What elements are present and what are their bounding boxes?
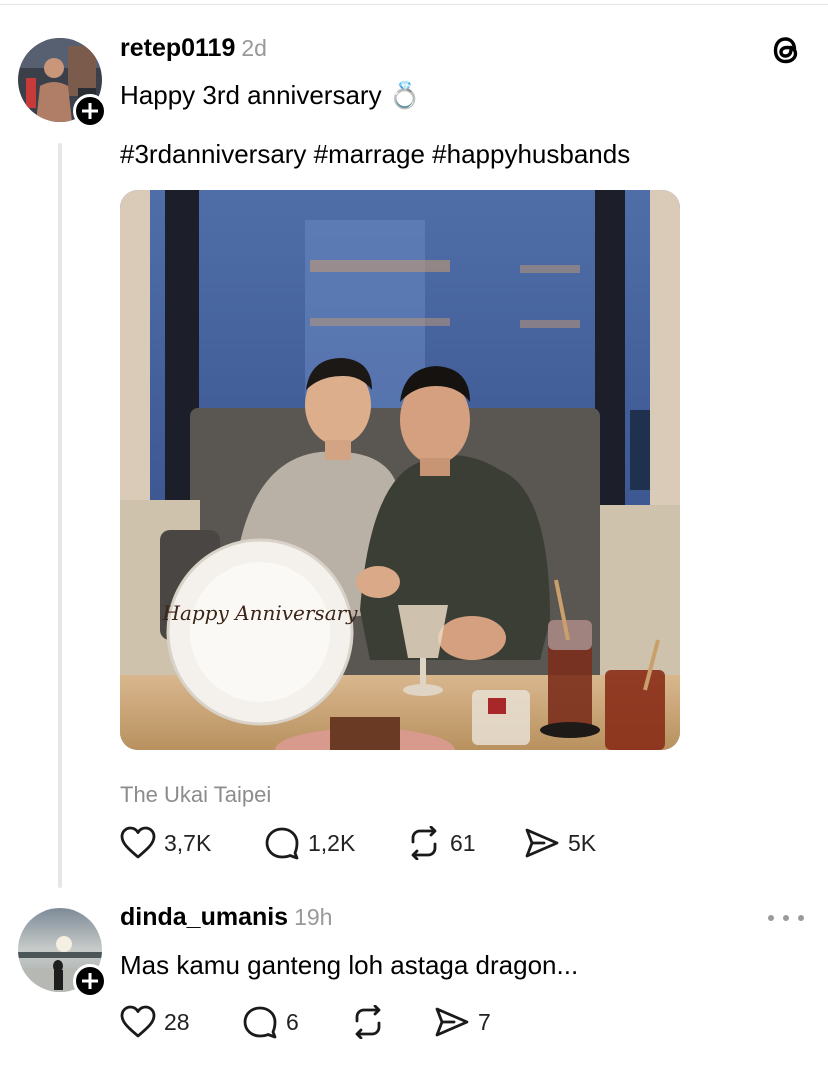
reply-share-button[interactable]: 7: [434, 1005, 491, 1039]
heart-icon: [120, 826, 156, 859]
send-icon: [435, 1007, 469, 1037]
thread-connector-line: [58, 143, 62, 888]
share-button[interactable]: 5K: [524, 826, 596, 860]
repost-count: 61: [450, 829, 476, 856]
threads-logo-icon[interactable]: [766, 30, 806, 70]
post-username[interactable]: retep0119 2d: [120, 34, 267, 63]
reply-reply-button[interactable]: 6: [242, 1005, 350, 1039]
reply-repost-button[interactable]: [350, 1005, 434, 1039]
post-timestamp: 2d: [241, 35, 267, 61]
send-icon: [525, 828, 559, 858]
plate-message: Happy Anniversary: [162, 601, 359, 625]
comment-bubble-icon: [265, 827, 299, 860]
top-divider: [0, 4, 828, 5]
heart-icon: [120, 1005, 156, 1038]
reply-like-count: 28: [164, 1008, 190, 1035]
reply-button[interactable]: 1,2K: [264, 826, 406, 860]
reply-follow-button[interactable]: [73, 964, 107, 998]
follow-button[interactable]: [73, 94, 107, 128]
post-username-text[interactable]: retep0119: [120, 34, 235, 62]
plus-icon: [82, 103, 98, 119]
plus-icon: [82, 973, 98, 989]
post-action-bar: 3,7K 1,2K 61 5K: [120, 826, 596, 860]
like-button[interactable]: 3,7K: [120, 826, 264, 860]
comment-bubble-icon: [243, 1006, 277, 1039]
post-caption: Happy 3rd anniversary 💍: [120, 80, 422, 110]
repost-icon: [411, 826, 437, 860]
repost-icon: [355, 1005, 381, 1039]
post-hashtags[interactable]: #3rdanniversary #marrage #happyhusbands: [120, 139, 630, 170]
reply-reply-count: 6: [286, 1008, 299, 1035]
like-count: 3,7K: [164, 829, 212, 856]
reply-username[interactable]: dinda_umanis 19h: [120, 903, 332, 932]
reply-share-count: 7: [478, 1008, 491, 1035]
thread-page: retep0119 2d Happy 3rd anniversary 💍 #3rd…: [0, 0, 828, 1066]
post-photo[interactable]: Happy Anniversary: [120, 190, 680, 750]
reply-timestamp: 19h: [294, 904, 333, 930]
reply-action-bar: 28 6 7: [120, 1005, 491, 1039]
reply-like-button[interactable]: 28: [120, 1005, 242, 1039]
reply-text: Mas kamu ganteng loh astaga dragon...: [120, 950, 579, 980]
post-location[interactable]: The Ukai Taipei: [120, 782, 271, 808]
repost-button[interactable]: 61: [406, 826, 524, 860]
more-dots-icon[interactable]: [768, 908, 804, 928]
reply-username-text[interactable]: dinda_umanis: [120, 903, 288, 931]
share-count: 5K: [568, 829, 597, 856]
reply-count: 1,2K: [308, 829, 356, 856]
